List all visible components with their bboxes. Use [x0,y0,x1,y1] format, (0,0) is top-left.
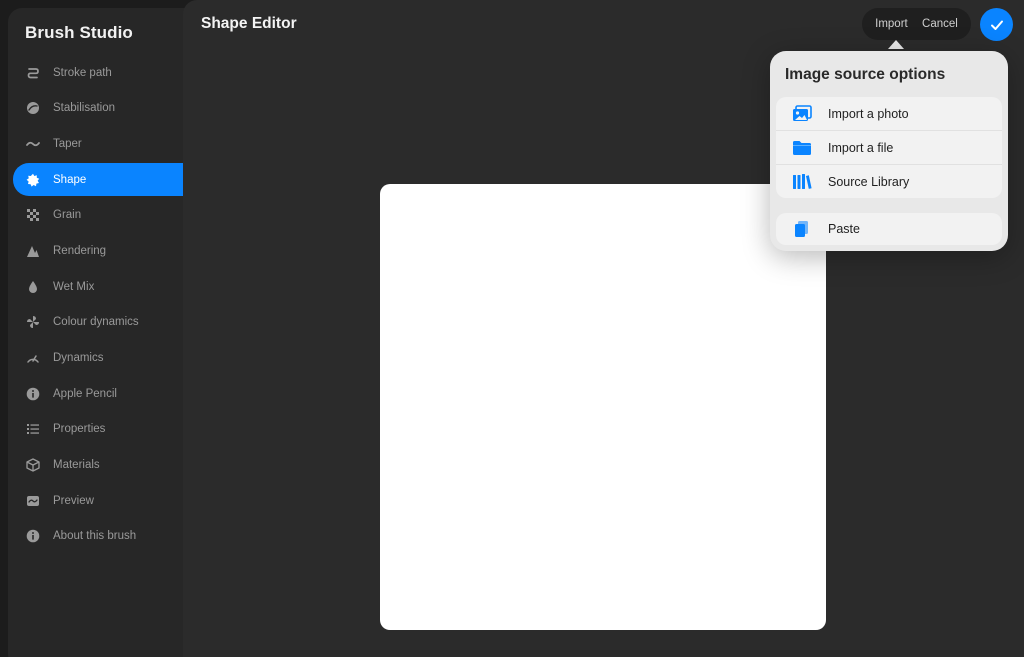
stroke-path-icon [26,66,40,80]
stabilisation-icon [26,101,40,115]
sidebar: Brush Studio Stroke path Stabilisation T… [8,8,198,657]
shape-canvas[interactable] [380,184,826,630]
paste-label: Paste [828,222,860,236]
apple-pencil-icon [26,387,40,401]
sidebar-item-label: Stabilisation [53,102,116,115]
sidebar-item-label: Wet Mix [53,280,95,293]
cancel-button[interactable]: Cancel [922,18,958,30]
sidebar-nav: Stroke path Stabilisation Taper Shape Gr… [13,56,198,556]
grain-icon [26,208,40,222]
sidebar-item-colour-dynamics[interactable]: Colour dynamics [13,306,198,339]
materials-icon [26,458,40,472]
sidebar-item-materials[interactable]: Materials [13,449,198,482]
popover-title: Image source options [785,66,946,83]
sidebar-title: Brush Studio [25,23,133,42]
sidebar-item-preview[interactable]: Preview [13,484,198,517]
import-cancel-pill: Import Cancel [862,8,971,40]
properties-icon [26,422,40,436]
about-icon [26,529,40,543]
paste-group: Paste [776,213,1002,245]
sidebar-item-label: Shape [53,173,87,186]
checkmark-icon [990,20,1003,30]
sidebar-item-shape[interactable]: Shape [13,163,198,197]
sidebar-item-label: Properties [53,423,106,436]
option-label: Import a photo [828,106,909,121]
sidebar-item-properties[interactable]: Properties [13,413,198,446]
sidebar-item-label: Grain [53,209,82,222]
page-title: Shape Editor [201,15,297,32]
sidebar-item-grain[interactable]: Grain [13,199,198,232]
wet-mix-icon [26,280,40,294]
colour-dynamics-icon [26,315,40,329]
source-library-option[interactable]: Source Library [776,165,1002,198]
import-photo-option[interactable]: Import a photo [776,97,1002,131]
sidebar-item-stroke-path[interactable]: Stroke path [13,56,198,89]
sidebar-item-label: Stroke path [53,66,112,79]
sidebar-item-label: Taper [53,137,82,150]
sidebar-item-label: About this brush [53,530,137,543]
preview-icon [26,494,40,508]
import-options-group: Import a photo Import a file Source Libr… [776,97,1002,198]
dynamics-icon [26,351,40,365]
sidebar-item-label: Dynamics [53,352,104,364]
sidebar-item-label: Apple Pencil [53,387,117,400]
shape-icon [26,173,40,187]
sidebar-item-wet-mix[interactable]: Wet Mix [13,270,198,303]
sidebar-item-label: Materials [53,459,100,472]
paste-option[interactable]: Paste [776,213,1002,245]
image-source-popover: Image source options Import a photo Impo… [770,51,1008,251]
option-label: Source Library [828,175,910,189]
sidebar-item-label: Preview [53,494,94,507]
option-label: Import a file [828,140,894,155]
sidebar-item-about[interactable]: About this brush [13,520,198,553]
sidebar-item-dynamics[interactable]: Dynamics [13,342,198,375]
sidebar-item-taper[interactable]: Taper [13,127,198,160]
sidebar-item-stabilisation[interactable]: Stabilisation [13,92,198,125]
sidebar-item-apple-pencil[interactable]: Apple Pencil [13,377,198,410]
import-file-option[interactable]: Import a file [776,131,1002,165]
brush-studio-app: Brush Studio Stroke path Stabilisation T… [0,0,1024,657]
sidebar-item-label: Rendering [53,244,107,257]
folder-icon [792,139,812,157]
popover-pointer [888,40,904,49]
import-button[interactable]: Import [875,18,908,30]
sidebar-item-rendering[interactable]: Rendering [13,234,198,267]
taper-icon [26,137,40,151]
done-button[interactable] [980,8,1013,41]
library-icon [792,173,812,191]
photo-icon [792,104,812,123]
paste-icon [792,220,812,238]
sidebar-item-label: Colour dynamics [53,316,139,329]
rendering-icon [26,244,40,258]
